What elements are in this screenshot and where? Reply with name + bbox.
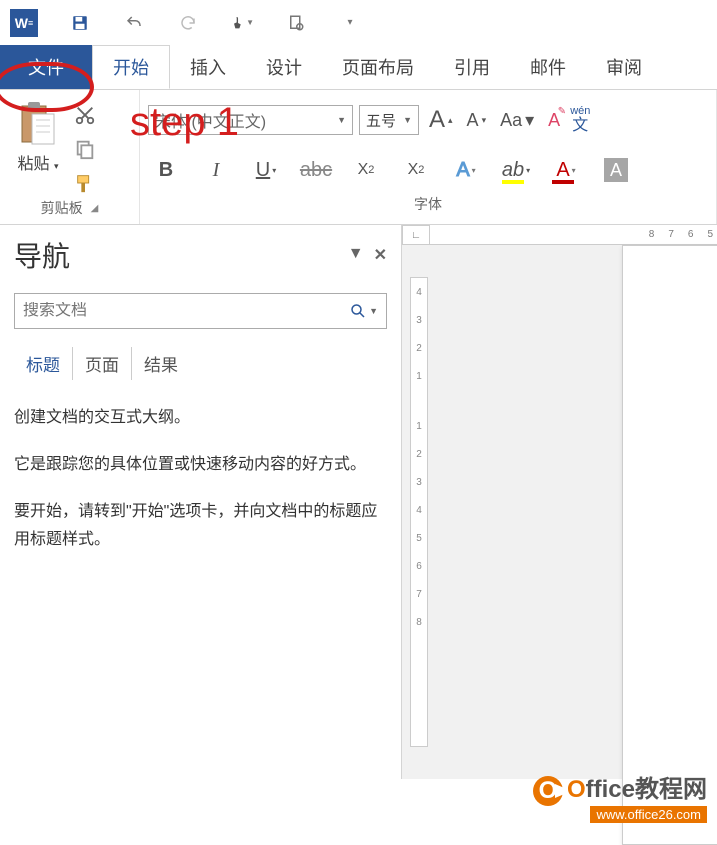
text-effects-button[interactable]: A▾ <box>450 159 482 182</box>
clipboard-dialog-launcher-icon[interactable]: ◢ <box>91 203 99 214</box>
bold-button[interactable]: B <box>150 159 182 182</box>
document-area: ∟ 8 7 6 5 4 3 2 1 1 2 3 4 5 6 7 8 <box>402 225 717 779</box>
cut-icon[interactable] <box>74 104 96 126</box>
strikethrough-button[interactable]: abc <box>300 159 332 182</box>
group-font: 宋体 (中文正文)▼ 五号▼ A▴ A▾ Aa▾ A✎ wén文 B I U▾ … <box>140 90 717 224</box>
tab-file[interactable]: 文件 <box>0 45 92 89</box>
tab-home[interactable]: 开始 <box>92 45 170 89</box>
grow-font-button[interactable]: A▴ <box>425 104 457 136</box>
touch-mode-icon[interactable]: ▼ <box>230 11 254 35</box>
clear-format-button[interactable]: A✎ <box>544 108 564 133</box>
watermark-logo-icon: O <box>533 776 563 806</box>
nav-text-3: 要开始，请转到"开始"选项卡，并向文档中的标题应用标题样式。 <box>14 498 387 556</box>
font-size-combo[interactable]: 五号▼ <box>359 105 419 135</box>
tab-mail[interactable]: 邮件 <box>510 45 586 89</box>
ruler-corner-icon[interactable]: ∟ <box>402 225 430 245</box>
nav-dropdown-icon[interactable]: ▼ <box>348 245 364 265</box>
phonetic-guide-button[interactable]: wén文 <box>570 105 590 135</box>
save-icon[interactable] <box>68 11 92 35</box>
subscript-button[interactable]: X2 <box>350 161 382 179</box>
search-box[interactable]: ▼ <box>14 293 387 329</box>
nav-text-1: 创建文档的交互式大纲。 <box>14 404 387 433</box>
nav-tab-pages[interactable]: 页面 <box>73 347 132 380</box>
watermark-url: www.office26.com <box>590 806 707 823</box>
font-color-button[interactable]: A▾ <box>550 159 582 182</box>
shrink-font-button[interactable]: A▾ <box>463 108 491 133</box>
print-preview-icon[interactable] <box>284 11 308 35</box>
redo-icon[interactable] <box>176 11 200 35</box>
nav-tabs: 标题 页面 结果 <box>14 347 387 380</box>
nav-body: 创建文档的交互式大纲。 它是跟踪您的具体位置或快速移动内容的好方式。 要开始，请… <box>14 404 387 555</box>
copy-icon[interactable] <box>74 138 96 160</box>
ruler-horizontal[interactable]: 8 7 6 5 <box>430 225 717 245</box>
document-page[interactable] <box>622 245 717 845</box>
nav-text-2: 它是跟踪您的具体位置或快速移动内容的好方式。 <box>14 451 387 480</box>
char-shading-button[interactable]: A <box>600 158 632 182</box>
customize-qat-icon[interactable]: ▾ <box>338 11 362 35</box>
word-app-icon: W≡ <box>10 9 38 37</box>
nav-tab-results[interactable]: 结果 <box>132 347 190 380</box>
italic-button[interactable]: I <box>200 159 232 182</box>
ribbon-body: 粘贴 ▾ 剪贴板 ◢ 宋体 (中文正文)▼ 五号▼ A▴ A▾ Aa▾ A✎ <box>0 90 717 225</box>
title-bar: W≡ ▼ ▾ <box>0 0 717 45</box>
group-clipboard: 粘贴 ▾ 剪贴板 ◢ <box>0 90 140 224</box>
ruler-vertical[interactable]: 4 3 2 1 1 2 3 4 5 6 7 8 <box>410 277 428 747</box>
tab-insert[interactable]: 插入 <box>170 45 246 89</box>
tab-review[interactable]: 审阅 <box>586 45 662 89</box>
navigation-pane: 导航 ▼ ✕ ▼ 标题 页面 结果 创建文档的交互式大纲。 它是跟踪您的具体位置… <box>0 225 402 779</box>
undo-icon[interactable] <box>122 11 146 35</box>
ribbon-tabs: 文件 开始 插入 设计 页面布局 引用 邮件 审阅 <box>0 45 717 90</box>
paste-button[interactable]: 粘贴 ▾ <box>8 96 68 194</box>
font-name-combo[interactable]: 宋体 (中文正文)▼ <box>148 105 353 135</box>
superscript-button[interactable]: X2 <box>400 161 432 179</box>
tab-references[interactable]: 引用 <box>434 45 510 89</box>
nav-close-icon[interactable]: ✕ <box>374 245 387 265</box>
content-area: 导航 ▼ ✕ ▼ 标题 页面 结果 创建文档的交互式大纲。 它是跟踪您的具体位置… <box>0 225 717 779</box>
search-button[interactable]: ▼ <box>349 302 378 320</box>
nav-tab-headings[interactable]: 标题 <box>14 347 73 380</box>
watermark: OOOffice教程网ffice教程网 www.office26.com <box>533 769 707 824</box>
navigation-title: 导航 <box>14 235 70 275</box>
format-painter-icon[interactable] <box>74 172 96 194</box>
font-group-label: 字体 <box>414 194 442 214</box>
tab-layout[interactable]: 页面布局 <box>322 45 434 89</box>
change-case-button[interactable]: Aa▾ <box>496 108 538 133</box>
underline-button[interactable]: U▾ <box>250 159 282 182</box>
tab-design[interactable]: 设计 <box>246 45 322 89</box>
highlight-button[interactable]: ab▾ <box>500 159 532 182</box>
clipboard-group-label: 剪贴板 <box>41 198 83 218</box>
search-input[interactable] <box>23 302 349 320</box>
